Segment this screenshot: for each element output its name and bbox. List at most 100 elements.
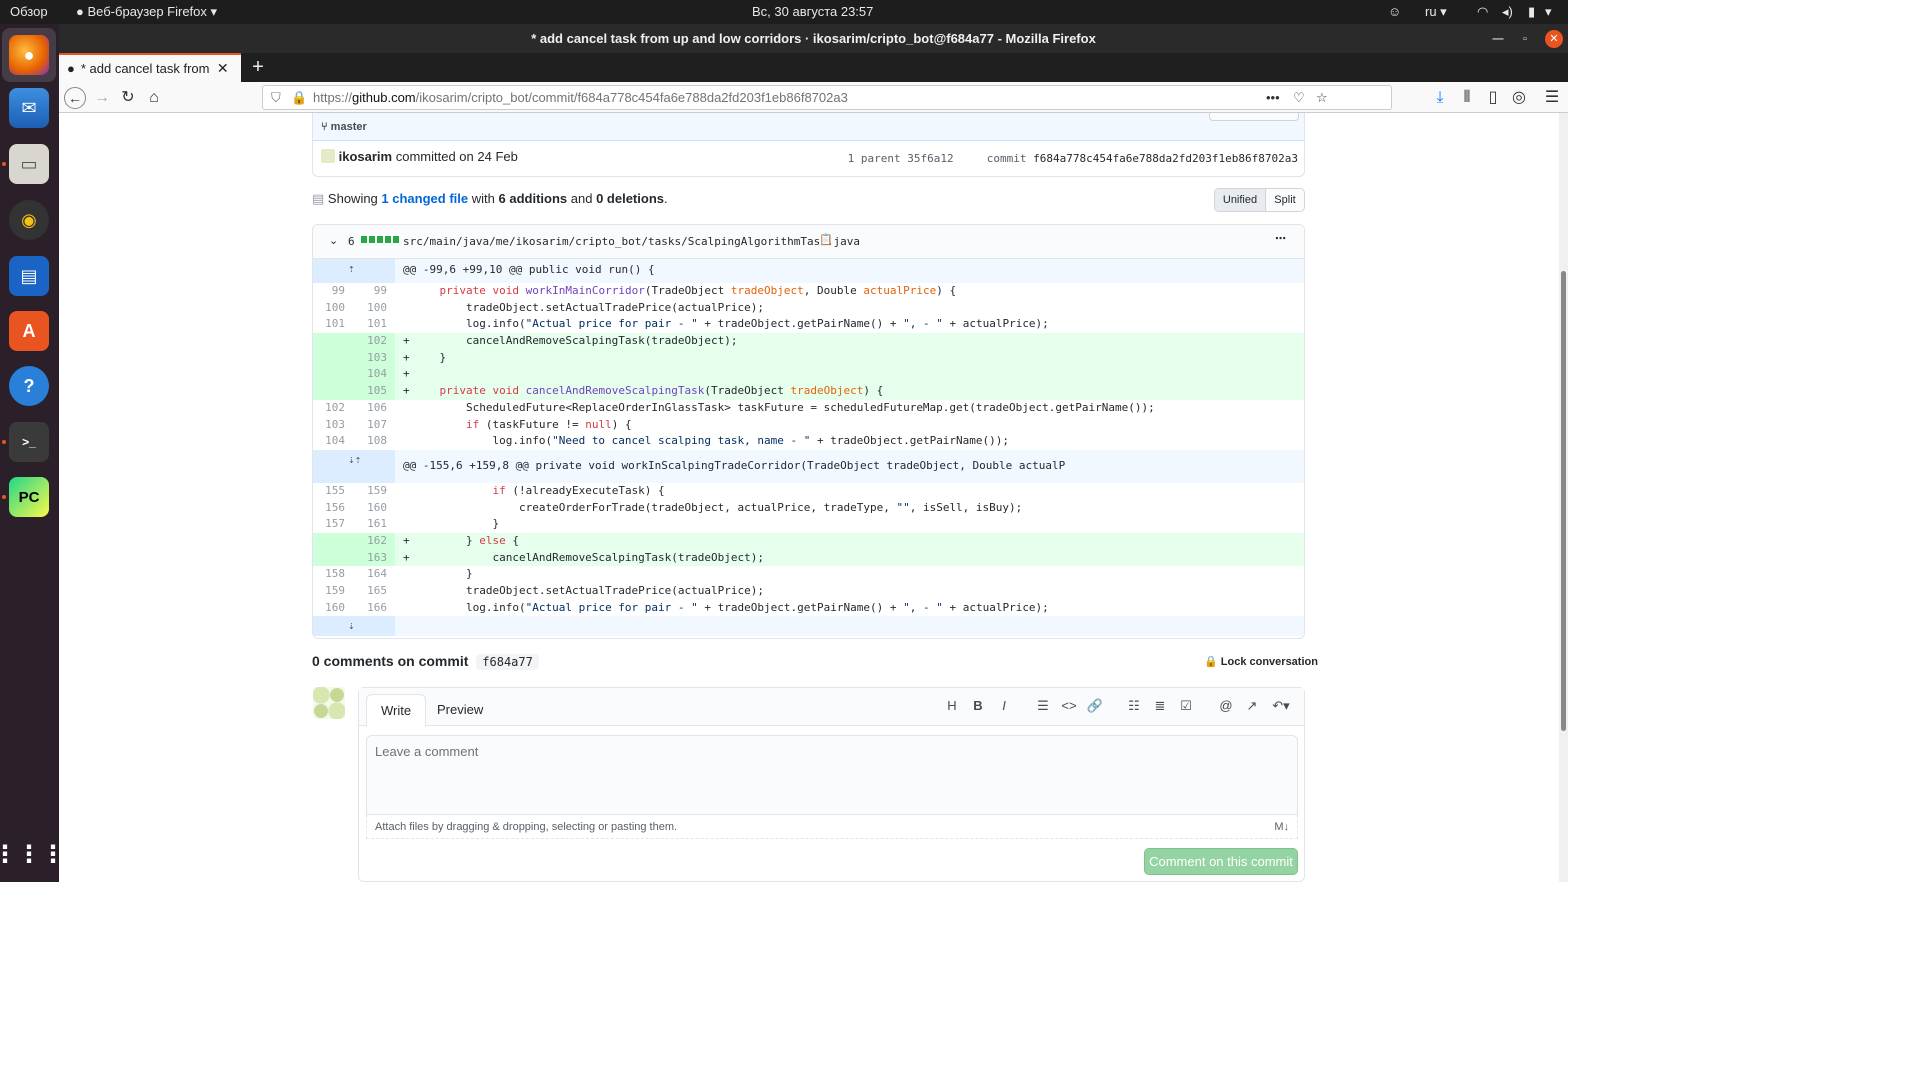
changed-files-link[interactable]: 1 changed file — [381, 191, 468, 206]
account-icon[interactable]: ◎ — [1508, 87, 1530, 109]
system-menu-chevron-icon[interactable]: ▾ — [1545, 4, 1552, 20]
sidebar-icon[interactable]: ▯ — [1482, 87, 1504, 109]
clock[interactable]: Вс, 30 августа 23:57 — [752, 4, 873, 19]
comment-textarea[interactable]: Leave a comment — [366, 735, 1298, 815]
tab-preview[interactable]: Preview — [423, 694, 497, 727]
old-line-number[interactable]: 104 — [313, 433, 345, 450]
tab-write[interactable]: Write — [366, 694, 427, 727]
old-line-number[interactable]: 156 — [313, 500, 345, 517]
new-line-number[interactable]: 108 — [347, 433, 387, 450]
url-bar[interactable]: ⛉ 🔒 https://github.com/ikosarim/cripto_b… — [262, 85, 1392, 110]
scrollbar-thumb[interactable] — [1561, 271, 1566, 731]
new-line-number[interactable]: 160 — [347, 500, 387, 517]
new-line-number[interactable]: 162 — [347, 533, 387, 550]
old-line-number[interactable]: 99 — [313, 283, 345, 300]
downloads-icon[interactable]: ⤓ — [1429, 87, 1451, 109]
lock-conversation-button[interactable]: 🔒 Lock conversation — [1204, 655, 1318, 668]
bookmark-star-icon[interactable]: ☆ — [1316, 86, 1328, 109]
split-view-button[interactable]: Split — [1265, 188, 1305, 212]
firefox-dock-icon[interactable]: ● — [9, 35, 49, 75]
expand-lines-icon[interactable]: ⇣⇡ — [348, 452, 361, 469]
saved-replies-icon[interactable]: ↶▾ — [1271, 698, 1291, 714]
branch-name[interactable]: master — [331, 121, 367, 133]
reference-icon[interactable]: ↗ — [1242, 698, 1262, 714]
maximize-button[interactable]: ▫ — [1516, 30, 1534, 48]
old-line-number[interactable]: 155 — [313, 483, 345, 500]
new-line-number[interactable]: 164 — [347, 566, 387, 583]
close-window-button[interactable]: ✕ — [1545, 30, 1563, 48]
markdown-icon[interactable]: M↓ — [1274, 815, 1289, 839]
close-tab-icon[interactable]: ✕ — [217, 60, 229, 77]
battery-icon[interactable]: ▮ — [1528, 4, 1535, 20]
old-line-number[interactable]: 102 — [313, 400, 345, 417]
new-line-number[interactable]: 107 — [347, 417, 387, 434]
new-line-number[interactable]: 103 — [347, 350, 387, 367]
new-line-number[interactable]: 106 — [347, 400, 387, 417]
software-center-dock-icon[interactable]: A — [9, 311, 49, 351]
attach-files-area[interactable]: Attach files by dragging & dropping, sel… — [366, 815, 1298, 839]
bulleted-list-icon[interactable]: ☷ — [1124, 698, 1144, 714]
link-icon[interactable]: 🔗 — [1085, 698, 1105, 714]
pycharm-dock-icon[interactable]: PC — [9, 477, 49, 517]
tab-active[interactable]: ● * add cancel task from up and low corr… — [59, 53, 241, 82]
page-actions-icon[interactable]: ••• — [1266, 86, 1280, 109]
old-line-number[interactable]: 159 — [313, 583, 345, 600]
old-line-number[interactable]: 158 — [313, 566, 345, 583]
file-actions-icon[interactable]: ⋯ — [1275, 232, 1286, 245]
new-line-number[interactable]: 165 — [347, 583, 387, 600]
new-line-number[interactable]: 159 — [347, 483, 387, 500]
new-tab-button[interactable]: + — [247, 56, 269, 79]
wifi-icon[interactable]: ◠ — [1477, 4, 1488, 20]
files-dock-icon[interactable]: ▭ — [9, 144, 49, 184]
language-indicator[interactable]: ru ▾ — [1425, 4, 1447, 20]
old-line-number[interactable]: 160 — [313, 600, 345, 617]
rhythmbox-dock-icon[interactable]: ◉ — [9, 200, 49, 240]
author-name[interactable]: ikosarim — [339, 149, 392, 164]
minimize-button[interactable]: — — [1489, 30, 1507, 48]
pocket-icon[interactable]: ♡ — [1293, 86, 1305, 109]
code-icon[interactable]: <> — [1059, 698, 1079, 713]
unified-view-button[interactable]: Unified — [1214, 188, 1266, 212]
help-dock-icon[interactable]: ? — [9, 366, 49, 406]
thunderbird-dock-icon[interactable]: ✉ — [9, 88, 49, 128]
home-button[interactable]: ⌂ — [143, 87, 165, 109]
parent-sha-link[interactable]: 35f6a12 — [907, 152, 953, 165]
bold-icon[interactable]: B — [968, 698, 988, 713]
new-line-number[interactable]: 166 — [347, 600, 387, 617]
new-line-number[interactable]: 161 — [347, 516, 387, 533]
browse-files-button[interactable] — [1209, 113, 1299, 121]
old-line-number[interactable]: 157 — [313, 516, 345, 533]
old-line-number[interactable]: 100 — [313, 300, 345, 317]
volume-icon[interactable]: ◂) — [1502, 4, 1513, 20]
back-button[interactable]: ← — [64, 87, 86, 109]
user-icon[interactable]: ☺ — [1388, 4, 1401, 19]
collapse-chevron-icon[interactable]: ⌄ — [329, 234, 338, 247]
terminal-dock-icon[interactable]: >_ — [9, 422, 49, 462]
mention-icon[interactable]: @ — [1216, 698, 1236, 713]
expand-lines-icon[interactable]: ⇣ — [348, 618, 355, 635]
app-menu[interactable]: ● Веб-браузер Firefox ▾ — [76, 4, 217, 20]
file-path[interactable]: src/main/java/me/ikosarim/cripto_bot/tas… — [403, 235, 860, 248]
activities-button[interactable]: Обзор — [10, 4, 48, 19]
copy-path-icon[interactable]: 📋 — [819, 233, 833, 246]
writer-dock-icon[interactable]: ▤ — [9, 256, 49, 296]
expand-lines-icon[interactable]: ⇡ — [348, 261, 355, 278]
new-line-number[interactable]: 102 — [347, 333, 387, 350]
new-line-number[interactable]: 100 — [347, 300, 387, 317]
scrollbar[interactable] — [1559, 113, 1568, 882]
library-icon[interactable]: ⫴ — [1456, 87, 1478, 109]
new-line-number[interactable]: 104 — [347, 366, 387, 383]
comment-submit-button[interactable]: Comment on this commit — [1144, 848, 1298, 875]
reload-button[interactable]: ↻ — [117, 87, 139, 109]
new-line-number[interactable]: 99 — [347, 283, 387, 300]
lock-icon[interactable]: 🔒 — [291, 86, 307, 109]
old-line-number[interactable]: 101 — [313, 316, 345, 333]
shield-icon[interactable]: ⛉ — [271, 86, 281, 109]
new-line-number[interactable]: 101 — [347, 316, 387, 333]
quote-icon[interactable]: ☰ — [1033, 698, 1053, 714]
new-line-number[interactable]: 105 — [347, 383, 387, 400]
heading-icon[interactable]: H — [942, 698, 962, 713]
new-line-number[interactable]: 163 — [347, 550, 387, 567]
old-line-number[interactable]: 103 — [313, 417, 345, 434]
forward-button[interactable]: → — [91, 87, 113, 109]
